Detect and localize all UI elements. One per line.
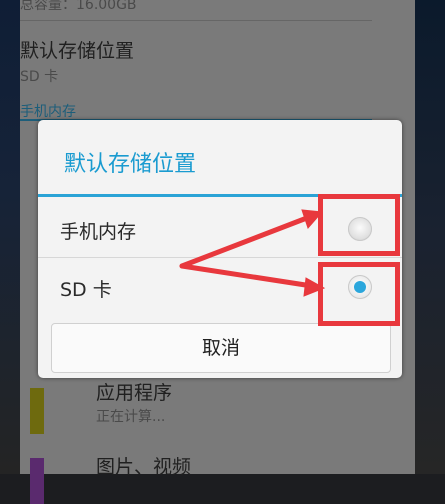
arrowhead-sd-card [303, 277, 326, 297]
arrowhead-phone-memory [301, 209, 324, 229]
arrow-to-sd-card [179, 263, 315, 289]
arrow-to-phone-memory [179, 213, 315, 269]
annotation-arrows [179, 209, 326, 297]
